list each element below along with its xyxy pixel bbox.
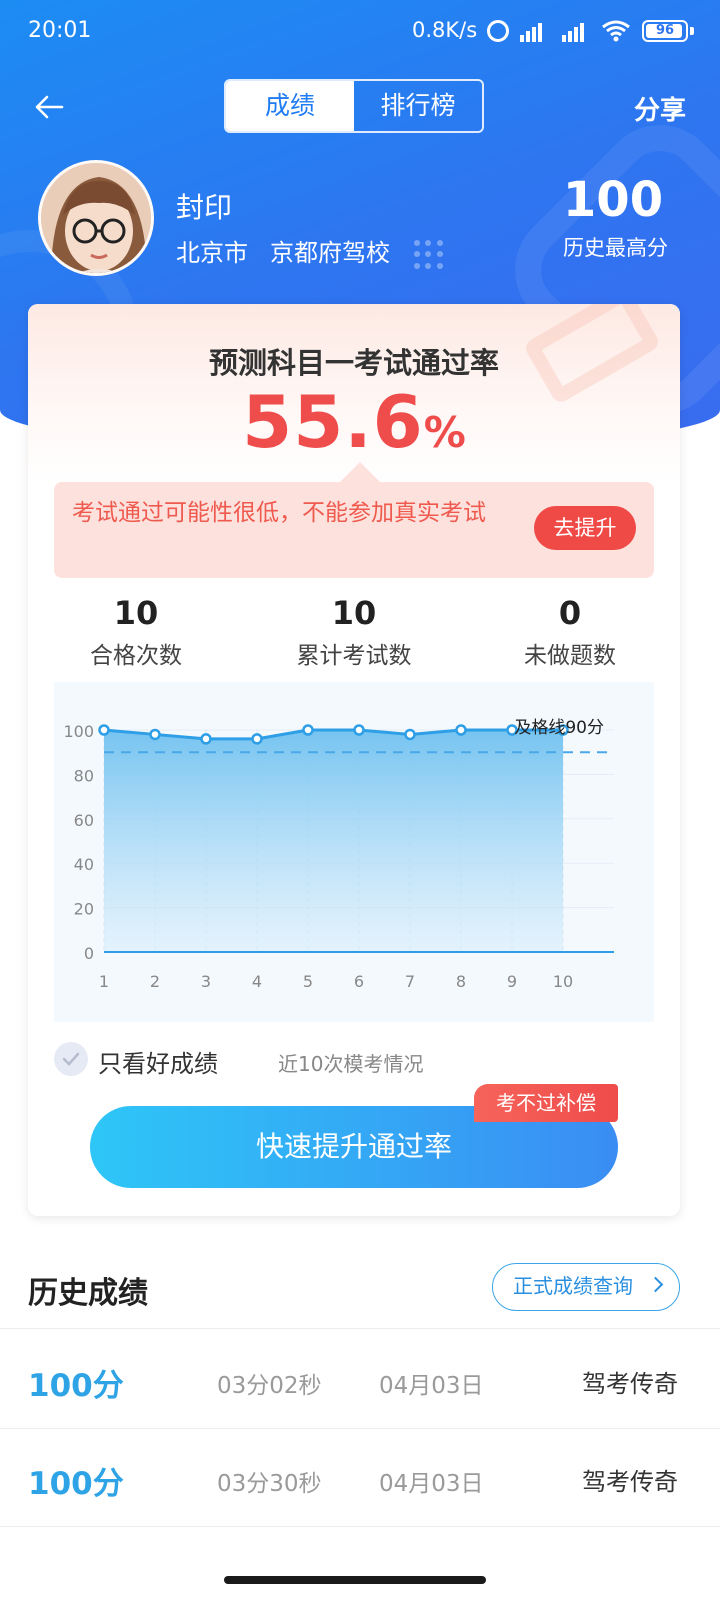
stat-value: 10 <box>113 594 159 632</box>
data-point <box>149 728 161 741</box>
history-score: 100分 <box>28 1466 124 1502</box>
status-time: 20:01 <box>28 18 92 43</box>
tab-switcher: 成绩 排行榜 <box>224 79 484 133</box>
query-button-label: 正式成绩查询 <box>513 1274 633 1298</box>
filter-label: 只看好成绩 <box>98 1050 218 1078</box>
y-tick-label: 40 <box>74 855 94 874</box>
x-tick-label: 3 <box>201 972 211 991</box>
history-row[interactable]: 100分 03分30秒 04月03日 驾考传奇 <box>0 1428 720 1526</box>
stat-label: 未做题数 <box>524 643 616 669</box>
tab-score[interactable]: 成绩 <box>226 81 354 131</box>
compensation-badge: 考不过补偿 <box>474 1084 618 1122</box>
divider <box>0 1328 720 1329</box>
signal-icon <box>520 20 542 42</box>
history-title: 历史成绩 <box>28 1276 148 1311</box>
x-tick-label: 1 <box>99 972 109 991</box>
status-bar: 20:01 0.8K/s 96 <box>0 0 720 64</box>
x-tick-label: 2 <box>150 972 160 991</box>
x-tick-label: 5 <box>303 972 313 991</box>
x-tick-label: 10 <box>553 972 573 991</box>
pass-rate-unit: % <box>423 408 466 457</box>
warning-banner: 考试通过可能性很低，不能参加真实考试 去提升 <box>54 482 654 578</box>
history-source: 驾考传奇 <box>582 1468 678 1496</box>
data-point <box>455 724 467 736</box>
data-point <box>200 733 212 745</box>
score-chart: 0 20 40 60 80 100 1 2 3 4 5 6 7 8 9 10 及格线90分 <box>54 682 654 1022</box>
pass-rate: 55.6% <box>28 380 680 464</box>
pass-rate-value: 55.6 <box>242 380 424 464</box>
avatar[interactable] <box>38 160 154 276</box>
history-row[interactable]: 100分 03分02秒 04月03日 驾考传奇 <box>0 1330 720 1428</box>
user-school: 京都府驾校 <box>270 239 390 267</box>
battery-level: 96 <box>655 23 675 38</box>
official-score-query-button[interactable]: 正式成绩查询 <box>492 1263 680 1311</box>
share-button[interactable]: 分享 <box>634 90 686 127</box>
divider <box>0 1526 720 1527</box>
prediction-title: 预测科目一考试通过率 <box>208 346 499 380</box>
stat-pass-count: 10 合格次数 <box>36 594 236 670</box>
history-date: 04月03日 <box>379 1373 484 1399</box>
warning-pointer <box>340 462 380 482</box>
stat-label: 合格次数 <box>90 643 182 669</box>
check-icon <box>62 1052 80 1066</box>
y-tick-label: 20 <box>74 900 94 919</box>
stat-exam-count: 10 累计考试数 <box>254 594 454 670</box>
tab-ranking[interactable]: 排行榜 <box>354 81 482 131</box>
history-date: 04月03日 <box>379 1471 484 1497</box>
history-duration: 03分30秒 <box>217 1471 322 1497</box>
user-name: 封印 <box>176 191 233 224</box>
data-point <box>302 724 314 736</box>
stats-row: 10 合格次数 10 累计考试数 0 未做题数 <box>28 594 680 674</box>
back-arrow-icon[interactable] <box>34 92 64 122</box>
history-duration: 03分02秒 <box>217 1373 322 1399</box>
network-speed: 0.8K/s <box>412 18 478 42</box>
signal-icon <box>562 20 584 42</box>
y-tick-label: 60 <box>74 811 94 830</box>
stat-undone-count: 0 未做题数 <box>470 594 670 670</box>
alarm-icon <box>487 20 509 42</box>
battery-tip <box>690 27 694 35</box>
data-point <box>98 724 110 736</box>
x-tick-label: 8 <box>456 972 466 991</box>
pass-line-label: 及格线90分 <box>514 718 604 738</box>
history-score: 100分 <box>28 1368 124 1404</box>
wifi-icon <box>602 20 630 42</box>
stat-label: 累计考试数 <box>296 643 412 669</box>
y-tick-label: 100 <box>63 722 94 741</box>
data-point <box>251 733 263 745</box>
home-indicator[interactable] <box>224 1576 486 1584</box>
y-tick-label: 0 <box>84 944 94 963</box>
filter-note: 近10次模考情况 <box>278 1052 424 1076</box>
y-tick-label: 80 <box>74 766 94 785</box>
dots-decoration-icon <box>414 240 444 270</box>
warning-text: 考试通过可能性很低，不能参加真实考试 <box>72 500 486 526</box>
history-source: 驾考传奇 <box>582 1370 678 1398</box>
x-tick-label: 6 <box>354 972 364 991</box>
best-score-value: 100 <box>562 172 664 228</box>
score-chart-svg: 0 20 40 60 80 100 1 2 3 4 5 6 7 8 9 10 及格线90分 <box>63 718 614 991</box>
data-point <box>353 724 365 736</box>
battery-icon: 96 <box>642 20 688 42</box>
improve-button[interactable]: 去提升 <box>534 506 636 550</box>
user-location: 北京市 <box>176 239 248 267</box>
best-score-label: 历史最高分 <box>563 236 668 260</box>
data-point <box>404 728 416 741</box>
x-tick-label: 9 <box>507 972 517 991</box>
score-area <box>104 730 563 952</box>
x-tick-label: 7 <box>405 972 415 991</box>
chevron-right-icon <box>647 1276 664 1293</box>
stat-value: 10 <box>331 594 377 632</box>
x-tick-label: 4 <box>252 972 262 991</box>
checkbox[interactable] <box>54 1042 88 1076</box>
prediction-card: 预测科目一考试通过率 55.6% 考试通过可能性很低，不能参加真实考试 去提升 … <box>28 304 680 1216</box>
stat-value: 0 <box>558 594 582 632</box>
